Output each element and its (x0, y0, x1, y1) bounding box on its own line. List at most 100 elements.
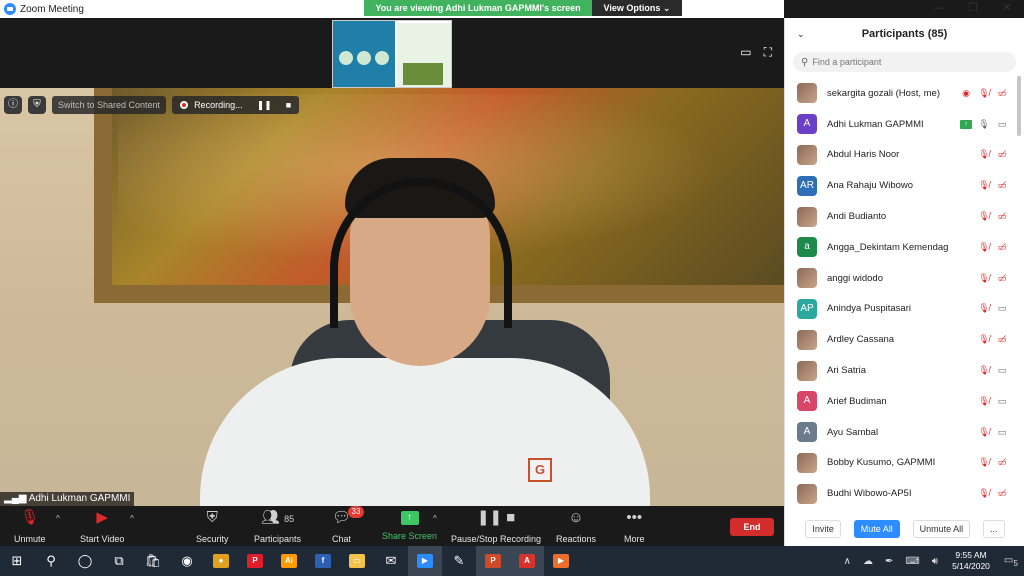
speaker-shirt (200, 358, 650, 506)
participant-row[interactable]: Ari Satria 🎙︎̸ ▭ (785, 355, 1024, 386)
participant-row[interactable]: A Arief Budiman 🎙︎̸ ▭ (785, 386, 1024, 417)
video-topbar: ⓘ ⛨ Switch to Shared Content Recording..… (4, 96, 300, 114)
panel-footer: Invite Mute All Unmute All ... (785, 520, 1024, 538)
layout-icon[interactable]: ▭ (740, 45, 751, 60)
illustrator-icon-glyph: Ai (281, 554, 297, 568)
windows-icon[interactable]: ⊞ (0, 546, 34, 576)
share-screen-button[interactable]: ↑ Share Screen (382, 508, 437, 546)
reactions-button[interactable]: ☺︎ Reactions (556, 508, 596, 546)
acrobat-icon[interactable]: A (510, 546, 544, 576)
task-view-icon[interactable]: ⧉ (102, 546, 136, 576)
record-dot-icon (180, 101, 189, 109)
powerpoint-icon[interactable]: P (476, 546, 510, 576)
participant-status-icons: 🎙︎̸ ▭ (978, 303, 1008, 314)
more-icon: ••• (626, 509, 643, 526)
security-button[interactable]: ⛨ Security (196, 508, 229, 546)
mute-all-button[interactable]: Mute All (853, 520, 900, 538)
participant-list-scrollbar[interactable] (1017, 76, 1021, 136)
keyboard-icon[interactable]: ⌨ (905, 556, 919, 567)
participant-row[interactable]: Budhi Wibowo-AP5I 🎙︎̸ ▭̸ (785, 478, 1024, 508)
unmute-button[interactable]: 🎙︎ Unmute (14, 508, 46, 546)
start-video-button[interactable]: ▶︎ Start Video (80, 508, 124, 546)
participant-row[interactable]: a Angga_Dekintam Kemendag 🎙︎̸ ▭̸ (785, 232, 1024, 263)
tray-chevron-icon[interactable]: ∧ (844, 556, 851, 567)
participant-name: Ari Satria (827, 365, 867, 377)
reactions-icon: ☺︎ (568, 509, 584, 526)
mic-off-icon: 🎙︎̸ (978, 488, 990, 499)
notification-icon[interactable]: ▭5 (1004, 555, 1018, 568)
clock-time: 9:55 AM (955, 550, 987, 560)
participant-name: Ana Rahaju Wibowo (827, 180, 914, 192)
pinterest-icon[interactable]: P (238, 546, 272, 576)
participant-row[interactable]: Ardley Cassana 🎙︎̸ ▭̸ (785, 324, 1024, 355)
camera-icon[interactable]: ◉ (170, 546, 204, 576)
collapse-panel-icon[interactable]: ⌄ (797, 29, 805, 40)
stop-recording-icon[interactable]: ■ (286, 96, 291, 114)
participant-row[interactable]: Bobby Kusumo, GAPMMI 🎙︎̸ ▭̸ (785, 448, 1024, 479)
cloud-icon[interactable]: ☁ (863, 556, 873, 567)
participant-row[interactable]: Abdul Haris Noor 🎙︎̸ ▭̸ (785, 140, 1024, 171)
participants-button[interactable]: 👥︎ 85 Participants (254, 508, 301, 546)
zoom-icon[interactable]: ▶ (408, 546, 442, 576)
pause-stop-recording-button[interactable]: ❚❚ ■ Pause/Stop Recording (451, 508, 541, 546)
clock[interactable]: 9:55 AM 5/14/2020 (952, 550, 990, 572)
view-options-button[interactable]: View Options ⌄ (592, 0, 682, 16)
close-button[interactable]: ✕ (990, 0, 1024, 18)
shield-icon[interactable]: ⛨ (28, 96, 46, 114)
cortana-icon[interactable]: ◯ (68, 546, 102, 576)
participant-row[interactable]: A Ayu Sambal 🎙︎̸ ▭ (785, 417, 1024, 448)
participant-search[interactable]: ⚲ (793, 52, 1016, 72)
participant-row[interactable]: Andi Budianto 🎙︎̸ ▭̸ (785, 201, 1024, 232)
video-options-caret[interactable]: ^ (130, 514, 134, 523)
video-player-icon[interactable]: ▶ (544, 546, 578, 576)
invite-button[interactable]: Invite (805, 520, 841, 538)
shared-screen-thumbnail[interactable] (332, 20, 452, 88)
signal-icon: ▂▄▆ (4, 493, 29, 504)
participant-status-icons: 🎙︎̸ ▭ (978, 396, 1008, 407)
file-explorer-icon[interactable]: ▭ (340, 546, 374, 576)
mic-off-icon: 🎙︎̸ (978, 457, 990, 468)
recording-indicator: Recording... ❚❚ ■ (172, 96, 300, 114)
share-screen-icon: ↑ (400, 511, 419, 525)
more-options-button[interactable]: ... (983, 520, 1005, 538)
participant-search-input[interactable] (812, 57, 993, 67)
end-meeting-button[interactable]: End (730, 518, 774, 536)
share-options-caret[interactable]: ^ (433, 514, 437, 523)
minimize-button[interactable]: — (922, 0, 956, 18)
participant-row[interactable]: sekargita gozali (Host, me) ◉ 🎙︎̸ ▭̸ (785, 78, 1024, 109)
participant-status-icons: 🎙︎̸ ▭̸ (978, 149, 1008, 160)
participant-status-icons: 🎙︎̸ ▭̸ (978, 242, 1008, 253)
switch-to-shared-content-button[interactable]: Switch to Shared Content (52, 96, 167, 114)
info-icon[interactable]: ⓘ (4, 96, 22, 114)
search-icon[interactable]: ⚲ (34, 546, 68, 576)
camera-off-icon: ▭̸ (997, 211, 1007, 222)
facebook-icon[interactable]: f (306, 546, 340, 576)
participant-row[interactable]: anggi widodo 🎙︎̸ ▭̸ (785, 263, 1024, 294)
illustrator-icon[interactable]: Ai (272, 546, 306, 576)
chrome-icon[interactable]: ● (204, 546, 238, 576)
camera-on-icon: ▭ (997, 118, 1007, 129)
shield-icon: ⛨ (206, 509, 218, 526)
maximize-button[interactable]: ❐ (956, 0, 990, 18)
store-icon[interactable]: 🛍 (136, 546, 170, 576)
more-button[interactable]: ••• More (624, 508, 645, 546)
chat-button[interactable]: 💬︎ 33 Chat (332, 506, 364, 546)
facebook-icon-glyph: f (315, 554, 331, 568)
pause-recording-icon[interactable]: ❚❚ (257, 96, 272, 114)
pen-icon[interactable]: ✒ (885, 556, 893, 567)
fullscreen-icon[interactable]: ⛶ (764, 45, 772, 60)
audio-options-caret[interactable]: ^ (56, 514, 60, 523)
mic-off-icon: 🎙︎̸ (978, 426, 990, 437)
mail-icon[interactable]: ✉ (374, 546, 408, 576)
zoom-icon-glyph: ▶ (417, 554, 433, 568)
shared-content-strip: ▭ ⛶ (0, 18, 784, 88)
speaker-video: G (0, 88, 784, 506)
participant-row[interactable]: AR Ana Rahaju Wibowo 🎙︎̸ ▭̸ (785, 170, 1024, 201)
recording-label: Recording... (194, 100, 243, 110)
participant-row[interactable]: A Adhi Lukman GAPMMI ↑ 🎙︎ ▭ (785, 109, 1024, 140)
paint-icon[interactable]: ✎ (442, 546, 476, 576)
participant-status-icons: ◉ 🎙︎̸ ▭̸ (960, 88, 1008, 99)
unmute-all-button[interactable]: Unmute All (912, 520, 971, 538)
volume-icon[interactable]: 🔊︎ (932, 556, 938, 567)
participant-row[interactable]: AP Anindya Puspitasari 🎙︎̸ ▭ (785, 294, 1024, 325)
